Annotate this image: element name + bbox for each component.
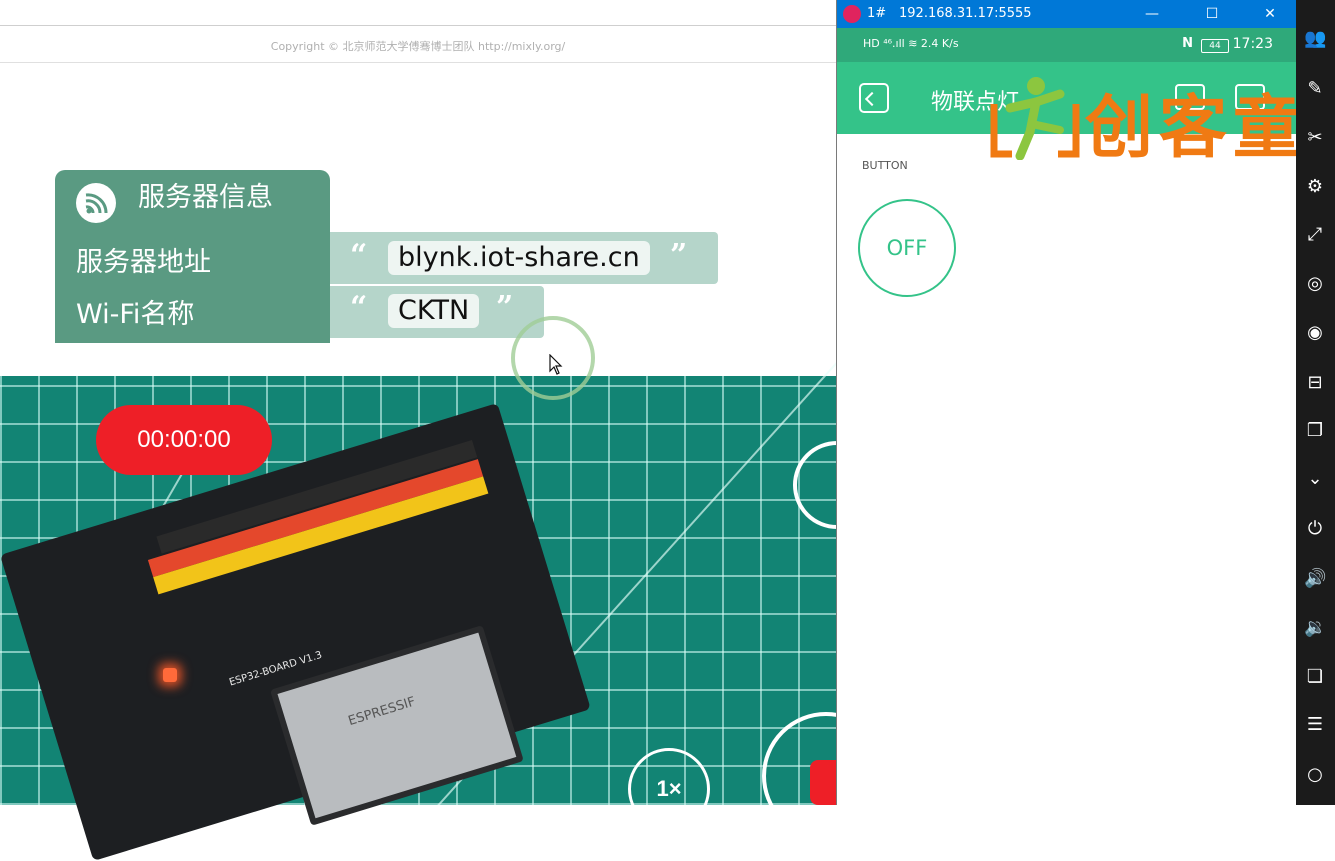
battery-icon: 44 xyxy=(1201,39,1229,53)
mixly-editor: Copyright © 北京师范大学傅骞博士团队 http://mixly.or… xyxy=(0,0,836,343)
phone-status-bar: HD ⁴⁶.ıll ≋ 2.4 K/s N 44 17:23 xyxy=(837,28,1297,62)
back-icon[interactable] xyxy=(859,83,889,113)
connector xyxy=(314,248,330,268)
quote-open: “ xyxy=(350,238,368,273)
scissors-icon[interactable]: ✂ xyxy=(1304,127,1326,149)
watermark-text: 创客童 xyxy=(1085,89,1308,168)
volume-down-icon[interactable]: 🔉 xyxy=(1304,617,1326,639)
chevrons-down-icon[interactable]: ⌄ xyxy=(1304,468,1326,490)
server-address-label: 服务器地址 xyxy=(76,247,211,278)
server-address-field[interactable]: blynk.iot-share.cn xyxy=(388,241,650,275)
close-button[interactable]: ✕ xyxy=(1247,0,1293,28)
copyright-text: Copyright © 北京师范大学傅骞博士团队 http://mixly.or… xyxy=(270,40,566,53)
divider xyxy=(0,62,836,63)
copy-icon[interactable]: ❐ xyxy=(1304,420,1326,442)
led-toggle-button[interactable]: OFF xyxy=(858,199,956,297)
edit-icon[interactable]: ✎ xyxy=(1304,78,1326,100)
divider xyxy=(0,25,836,26)
fullscreen-icon[interactable]: ⤢ xyxy=(1304,224,1326,246)
eye-off-icon[interactable]: ◎ xyxy=(1304,273,1326,295)
menu-icon[interactable]: ☰ xyxy=(1304,714,1326,736)
minus-box-icon[interactable]: ⊟ xyxy=(1304,372,1326,394)
watermark: 创客童 xyxy=(990,72,1320,168)
power-led xyxy=(163,668,177,682)
windows-icon[interactable]: ❏ xyxy=(1304,666,1326,688)
mouse-cursor-icon xyxy=(549,354,563,375)
widget-label: BUTTON xyxy=(862,159,908,172)
maximize-button[interactable]: ☐ xyxy=(1189,0,1235,28)
wifi-name-label: Wi-Fi名称 xyxy=(76,299,195,330)
quote-close: ” xyxy=(496,290,514,325)
volume-up-icon[interactable]: 🔊 xyxy=(1304,568,1326,590)
nfc-icon: N xyxy=(1182,36,1193,51)
eye-icon[interactable]: ◉ xyxy=(1304,322,1326,344)
power-icon[interactable]: ⏻ xyxy=(1304,518,1326,540)
users-icon[interactable]: 👥 xyxy=(1304,28,1326,50)
app-logo-icon xyxy=(843,5,861,23)
network-status: HD ⁴⁶.ıll ≋ 2.4 K/s xyxy=(863,37,959,50)
minimize-button[interactable]: — xyxy=(1129,0,1175,28)
status-time: 17:23 xyxy=(1232,36,1273,52)
connector xyxy=(314,300,330,320)
recording-timer: 00:00:00 xyxy=(96,405,272,475)
window-title: 1# xyxy=(867,6,887,21)
chip-brand: ESPRESSIF xyxy=(346,694,418,730)
watermark-logo-icon xyxy=(990,77,1080,160)
settings-icon[interactable]: ⚙ xyxy=(1304,176,1326,198)
quote-close: ” xyxy=(670,238,688,273)
espressif-logo-icon xyxy=(76,183,116,223)
home-circle-icon[interactable]: ○ xyxy=(1304,764,1326,786)
zoom-button[interactable]: 1× xyxy=(628,748,710,830)
block-title: 服务器信息 xyxy=(138,182,273,213)
quote-open: “ xyxy=(350,290,368,325)
window-address: 192.168.31.17:5555 xyxy=(899,6,1032,21)
camera-top-bar xyxy=(0,343,836,376)
tool-sidebar: 👥 ✎ ✂ ⚙ ⤢ ◎ ◉ ⊟ ❐ ⌄ ⏻ 🔊 🔉 ❏ ☰ ○ xyxy=(1296,0,1335,805)
wifi-name-field[interactable]: CKTN xyxy=(388,294,480,328)
window-titlebar[interactable]: 1# 192.168.31.17:5555 — ☐ ✕ xyxy=(837,0,1297,28)
